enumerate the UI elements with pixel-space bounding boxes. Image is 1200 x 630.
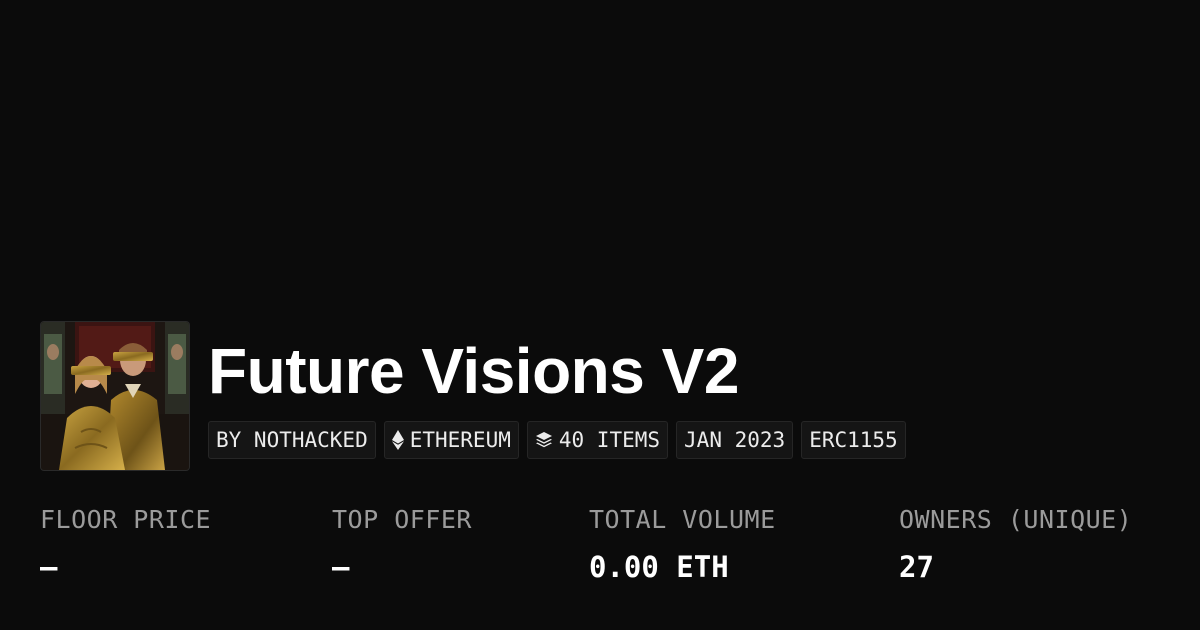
collection-header: Future Visions V2 BY NOTHACKED ETHEREUM	[40, 321, 906, 471]
stat-floor-price: FLOOR PRICE —	[40, 505, 211, 584]
stat-top-offer-value: —	[332, 550, 350, 584]
chain-pill[interactable]: ETHEREUM	[383, 421, 519, 459]
collection-thumbnail[interactable]	[40, 321, 190, 471]
collection-meta-pills: BY NOTHACKED ETHEREUM 40 ITEMS JAN 2023 …	[208, 421, 906, 459]
collection-stats: FLOOR PRICE — TOP OFFER — TOTAL VOLUME 0…	[0, 505, 1200, 605]
stat-owners-label: OWNERS (UNIQUE)	[899, 505, 1133, 534]
stat-owners: OWNERS (UNIQUE) 27	[899, 505, 1132, 584]
stat-total-volume: TOTAL VOLUME 0.00 ETH	[589, 505, 776, 584]
stat-floor-price-value: —	[40, 550, 58, 584]
layers-icon	[535, 431, 553, 449]
stat-owners-value: 27	[899, 550, 934, 584]
collection-header-text: Future Visions V2 BY NOTHACKED ETHEREUM	[208, 321, 906, 459]
date-pill-label: JAN 2023	[684, 428, 786, 452]
items-pill[interactable]: 40 ITEMS	[526, 421, 669, 459]
collection-artwork-image	[41, 322, 189, 470]
stat-top-offer-label: TOP OFFER	[332, 505, 472, 534]
standard-pill-label: ERC1155	[809, 428, 898, 452]
chain-pill-label: ETHEREUM	[409, 428, 511, 452]
stat-floor-price-label: FLOOR PRICE	[40, 505, 212, 534]
collection-title: Future Visions V2	[208, 335, 739, 407]
date-pill: JAN 2023	[676, 421, 794, 459]
stat-total-volume-label: TOTAL VOLUME	[589, 505, 776, 534]
collection-card: Future Visions V2 BY NOTHACKED ETHEREUM	[0, 0, 1200, 630]
creator-pill-label: BY NOTHACKED	[216, 428, 368, 452]
stat-total-volume-value: 0.00 ETH	[589, 550, 729, 584]
ethereum-icon	[391, 430, 404, 450]
standard-pill: ERC1155	[801, 421, 906, 459]
creator-pill[interactable]: BY NOTHACKED	[208, 421, 376, 459]
stat-top-offer: TOP OFFER —	[332, 505, 472, 584]
items-pill-label: 40 ITEMS	[558, 428, 661, 452]
